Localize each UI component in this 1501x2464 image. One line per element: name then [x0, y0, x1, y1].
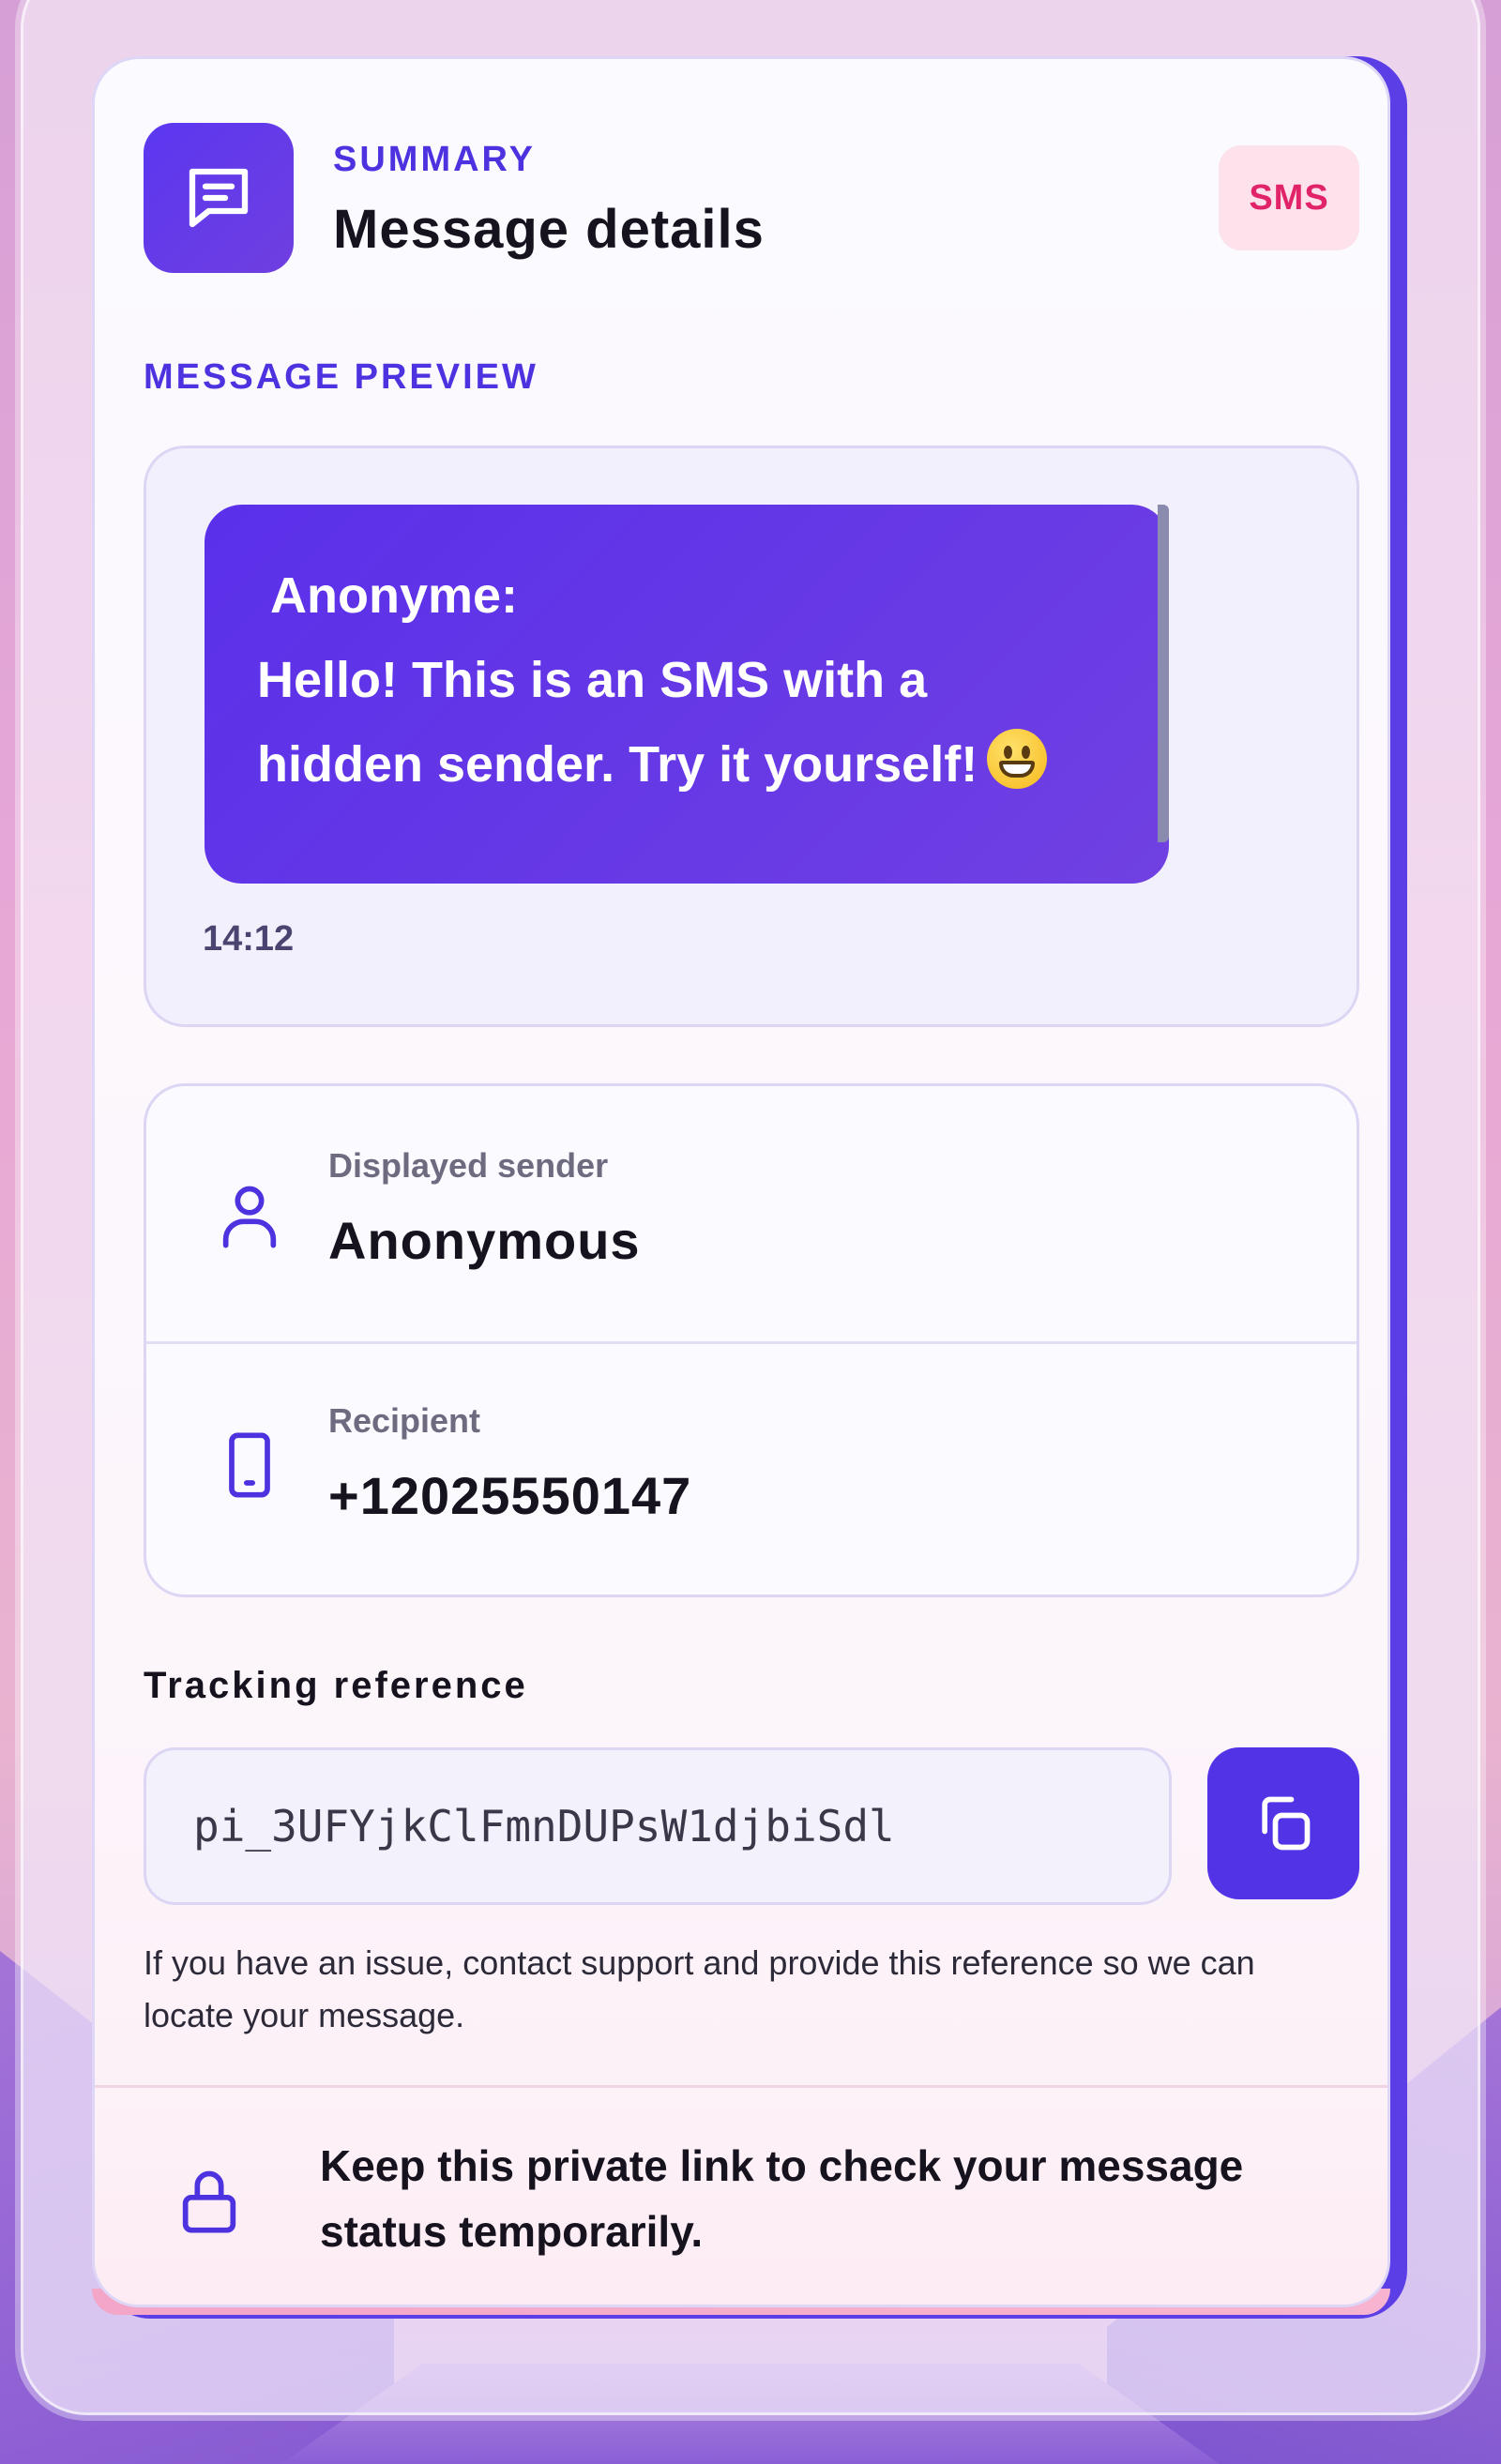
message-timestamp: 14:12	[203, 919, 295, 959]
message-info: Displayed sender Anonymous Recipient +12…	[144, 1083, 1359, 1597]
bubble-body-line-1: Hello! This is an SMS with a	[257, 652, 928, 708]
message-icon	[144, 123, 294, 273]
message-details-card: SUMMARY Message details SMS MESSAGE PREV…	[92, 56, 1390, 2307]
page-title: Message details	[333, 199, 765, 260]
tracking-reference-field[interactable]: pi_3UFYjkClFmnDUPsW1djbiSdl	[144, 1747, 1172, 1905]
bubble-body-line-2-text: hidden sender. Try it yourself!	[257, 736, 978, 793]
private-link-notice: Keep this private link to check your mes…	[95, 2085, 1387, 2305]
recipient-label: Recipient	[328, 1401, 481, 1440]
grinning-face-emoji-icon	[987, 729, 1048, 789]
sender-label: Displayed sender	[328, 1146, 609, 1185]
displayed-sender-row: Displayed sender Anonymous	[146, 1086, 1357, 1344]
bubble-body-line-2: hidden sender. Try it yourself!	[257, 722, 1116, 807]
message-preview: Anonyme: Hello! This is an SMS with a hi…	[144, 446, 1359, 1027]
recipient-value: +12025550147	[328, 1466, 692, 1525]
tracking-label: Tracking reference	[144, 1665, 528, 1706]
lock-icon	[182, 2170, 236, 2233]
recipient-row: Recipient +12025550147	[146, 1341, 1357, 1596]
preview-section-label: MESSAGE PREVIEW	[144, 357, 538, 397]
card-header: SUMMARY Message details SMS	[144, 123, 1359, 273]
channel-badge: SMS	[1219, 145, 1359, 250]
copy-reference-button[interactable]	[1207, 1747, 1359, 1899]
tracking-help-text: If you have an issue, contact support an…	[144, 1943, 1255, 2034]
header-eyebrow: SUMMARY	[333, 140, 536, 179]
bubble-scrollbar[interactable]	[1158, 505, 1169, 842]
phone-icon	[229, 1432, 270, 1498]
bubble-sender: Anonyme:	[270, 567, 519, 624]
copy-icon	[1262, 1796, 1311, 1851]
private-link-text: Keep this private link to check your mes…	[320, 2141, 1244, 2256]
sender-value: Anonymous	[328, 1211, 641, 1270]
user-icon	[222, 1186, 277, 1248]
message-bubble: Anonyme: Hello! This is an SMS with a hi…	[205, 505, 1169, 884]
